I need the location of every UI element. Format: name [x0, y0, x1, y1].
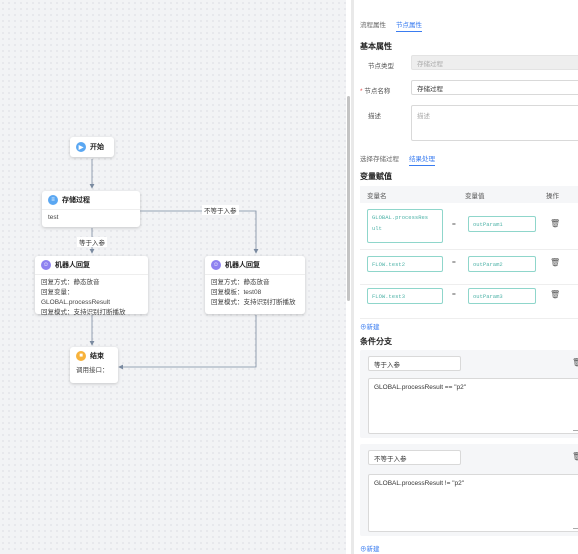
branch-card: 等于入参 🗑 GLOBAL.processResult == "p2": [360, 350, 578, 438]
equals-sign: =: [452, 221, 456, 228]
node-type-label: 节点类型: [368, 63, 394, 70]
tab-node-properties[interactable]: 节点属性: [396, 19, 422, 32]
branch-expression-textarea[interactable]: GLOBAL.processResult != "p2": [368, 474, 578, 532]
robot-reply-node-left[interactable]: ☺ 机器人回复 回复方式：静态放音 回复变量：GLOBAL.processRes…: [35, 256, 148, 316]
var-name-line: ult: [372, 225, 382, 232]
add-branch-link[interactable]: ⊕新建: [360, 543, 380, 553]
header-action: 操作: [546, 193, 559, 200]
node-subtabs: 选择存储过程 结果处理: [360, 153, 435, 166]
var-name-input[interactable]: FLOW.test2: [367, 256, 443, 272]
start-node[interactable]: ▶ 开始: [70, 137, 114, 157]
end-body: 调用接口：: [76, 367, 109, 374]
delete-icon[interactable]: 🗑: [550, 219, 560, 228]
delete-icon[interactable]: 🗑: [550, 290, 560, 299]
variable-table-header: 变量名 变量值 操作: [360, 186, 578, 203]
stored-node-title: 存储过程: [62, 197, 90, 204]
var-name-input[interactable]: FLOW.test3: [367, 288, 443, 304]
robot-right-line: 回复模式：支持识别打断播放: [211, 299, 296, 306]
header-var-name: 变量名: [367, 193, 387, 200]
table-row: FLOW.test3 = outParam3 🗑: [360, 284, 578, 319]
var-value-input[interactable]: outParam1: [468, 216, 536, 232]
robot-right-line: 回复方式：静态放音: [211, 279, 270, 286]
branch-expression: GLOBAL.processResult != "p2": [374, 480, 465, 487]
panel-tabs: 流程属性 节点属性: [360, 19, 422, 32]
var-value-input[interactable]: outParam2: [468, 256, 536, 272]
description-textarea[interactable]: 描述: [411, 105, 578, 141]
tab-flow-properties[interactable]: 流程属性: [360, 19, 386, 32]
end-icon: ■: [76, 351, 86, 361]
robot-left-title: 机器人回复: [55, 262, 90, 269]
header-var-value: 变量值: [465, 193, 485, 200]
database-icon: ≡: [48, 195, 58, 205]
equals-sign: =: [452, 291, 456, 298]
add-variable-link[interactable]: ⊕新建: [360, 321, 380, 331]
robot-right-title: 机器人回复: [225, 262, 260, 269]
description-label: 描述: [368, 113, 381, 120]
var-value-input[interactable]: outParam3: [468, 288, 536, 304]
resize-handle[interactable]: [573, 523, 578, 529]
node-name-input[interactable]: 存储过程: [411, 80, 578, 95]
var-name-line: GLOBAL.processRes: [372, 214, 429, 221]
node-name-label: 节点名称: [364, 88, 391, 95]
table-row: FLOW.test2 = outParam2 🗑: [360, 250, 578, 285]
end-title: 结束: [90, 353, 104, 360]
properties-panel: 流程属性 节点属性 基本属性 节点类型 存储过程 * 节点名称 存储过程 描述 …: [354, 0, 578, 554]
robot-left-line: 回复模式：支持识别打断播放: [41, 309, 126, 316]
delete-icon[interactable]: 🗑: [550, 258, 560, 267]
edge-label-not-equal: 不等于入参: [202, 205, 239, 215]
tab-select-stored-procedure[interactable]: 选择存储过程: [360, 153, 399, 166]
start-label: 开始: [90, 144, 104, 151]
delete-icon[interactable]: 🗑: [572, 358, 578, 367]
canvas-scrollbar[interactable]: [347, 96, 350, 301]
equals-sign: =: [452, 259, 456, 266]
condition-branch-title: 条件分支: [360, 337, 392, 346]
edge-stored-right: [140, 210, 259, 254]
robot-icon: ☺: [41, 260, 51, 270]
robot-right-line: 回复模板：test08: [211, 289, 262, 296]
start-icon: ▶: [76, 142, 86, 152]
edge-label-equal: 等于入参: [77, 237, 107, 247]
branch-expression-textarea[interactable]: GLOBAL.processResult == "p2": [368, 378, 578, 434]
stored-procedure-node[interactable]: ≡ 存储过程 test: [42, 191, 140, 227]
stored-node-body: test: [42, 209, 140, 226]
table-row: GLOBAL.processRes ult = outParam1 🗑: [360, 205, 578, 250]
branch-card: 不等于入参 🗑 GLOBAL.processResult != "p2": [360, 444, 578, 536]
robot-left-line: 回复变量：GLOBAL.processResult: [41, 289, 111, 306]
resize-handle[interactable]: [573, 425, 578, 431]
branch-name-input[interactable]: 等于入参: [368, 356, 461, 371]
var-name-input[interactable]: GLOBAL.processRes ult: [367, 209, 443, 243]
flow-canvas[interactable]: ▶ 开始 ≡ 存储过程 test 等于入参 不等于入参 ☺ 机器人回复 回复方式…: [0, 0, 346, 554]
robot-reply-node-right[interactable]: ☺ 机器人回复 回复方式：静态放音 回复模板：test08 回复模式：支持识别打…: [205, 256, 305, 314]
node-type-field: 存储过程: [411, 55, 578, 70]
basic-properties-title: 基本属性: [360, 42, 392, 51]
tab-result-handling[interactable]: 结果处理: [409, 153, 435, 166]
variable-assignment-title: 变量赋值: [360, 172, 392, 181]
branch-name-input[interactable]: 不等于入参: [368, 450, 461, 465]
robot-left-line: 回复方式：静态放音: [41, 279, 100, 286]
node-name-label-wrap: * 节点名称: [360, 85, 390, 95]
edge-right-end: [118, 315, 257, 370]
delete-icon[interactable]: 🗑: [572, 452, 578, 461]
robot-icon: ☺: [211, 260, 221, 270]
required-marker: *: [360, 88, 363, 95]
branch-expression: GLOBAL.processResult == "p2": [374, 384, 467, 391]
end-node[interactable]: ■ 结束 调用接口：: [70, 347, 118, 383]
